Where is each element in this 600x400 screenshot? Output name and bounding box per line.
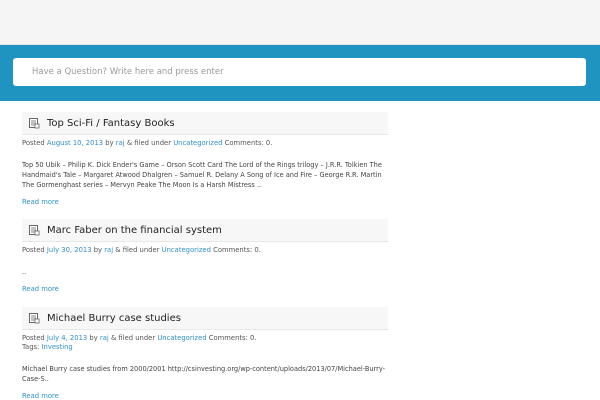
document-icon	[29, 313, 40, 324]
post-date-link[interactable]: July 4, 2013	[47, 334, 87, 342]
post-header: Michael Burry case studies	[22, 307, 388, 330]
post-excerpt: Top 50 Ubik – Philip K. Dick Ender's Gam…	[22, 161, 382, 189]
tags-label: Tags:	[22, 343, 40, 351]
post-header: Top Sci-Fi / Fantasy Books	[22, 112, 388, 135]
comments-count: Comments: 0.	[208, 334, 257, 342]
filed-under-label: & filed under	[110, 334, 156, 342]
read-more-link[interactable]: Read more	[22, 285, 388, 293]
search-band	[0, 45, 600, 101]
comments-count: Comments: 0.	[224, 139, 273, 147]
document-icon	[29, 225, 40, 236]
posted-label: Posted	[22, 139, 45, 147]
author-link[interactable]: raj	[104, 246, 113, 254]
post-excerpt: Michael Burry case studies from 2000/200…	[22, 365, 386, 383]
post-title-link[interactable]: Marc Faber on the financial system	[47, 225, 222, 236]
post-date-link[interactable]: August 10, 2013	[47, 139, 103, 147]
author-link[interactable]: raj	[116, 139, 125, 147]
author-link[interactable]: raj	[100, 334, 109, 342]
filed-under-label: & filed under	[126, 139, 172, 147]
post-excerpt: ..	[22, 268, 27, 276]
tag-link[interactable]: Investing	[42, 343, 73, 351]
top-bar	[0, 0, 600, 45]
post-meta: Posted August 10, 2013 by raj & filed un…	[22, 139, 388, 148]
post-tags: Tags: Investing	[22, 343, 388, 352]
category-link[interactable]: Uncategorized	[162, 246, 211, 254]
posted-label: Posted	[22, 246, 45, 254]
search-input[interactable]	[13, 58, 586, 86]
read-more-link[interactable]: Read more	[22, 198, 388, 206]
document-icon	[29, 118, 40, 129]
post-meta: Posted July 4, 2013 by raj & filed under…	[22, 334, 388, 343]
posted-label: Posted	[22, 334, 45, 342]
post-title-link[interactable]: Top Sci-Fi / Fantasy Books	[47, 118, 175, 129]
category-link[interactable]: Uncategorized	[173, 139, 222, 147]
post-meta: Posted July 30, 2013 by raj & filed unde…	[22, 246, 388, 255]
post: Top Sci-Fi / Fantasy Books Posted August…	[22, 112, 388, 206]
post: Marc Faber on the financial system Poste…	[22, 219, 388, 293]
post-date-link[interactable]: July 30, 2013	[47, 246, 92, 254]
filed-under-label: & filed under	[115, 246, 160, 254]
read-more-link[interactable]: Read more	[22, 392, 388, 400]
category-link[interactable]: Uncategorized	[157, 334, 206, 342]
by-label: by	[105, 139, 114, 147]
by-label: by	[93, 246, 103, 254]
comments-count: Comments: 0.	[213, 246, 261, 254]
by-label: by	[89, 334, 98, 342]
post-title-link[interactable]: Michael Burry case studies	[47, 313, 181, 324]
post: Michael Burry case studies Posted July 4…	[22, 307, 388, 400]
post-header: Marc Faber on the financial system	[22, 219, 388, 242]
